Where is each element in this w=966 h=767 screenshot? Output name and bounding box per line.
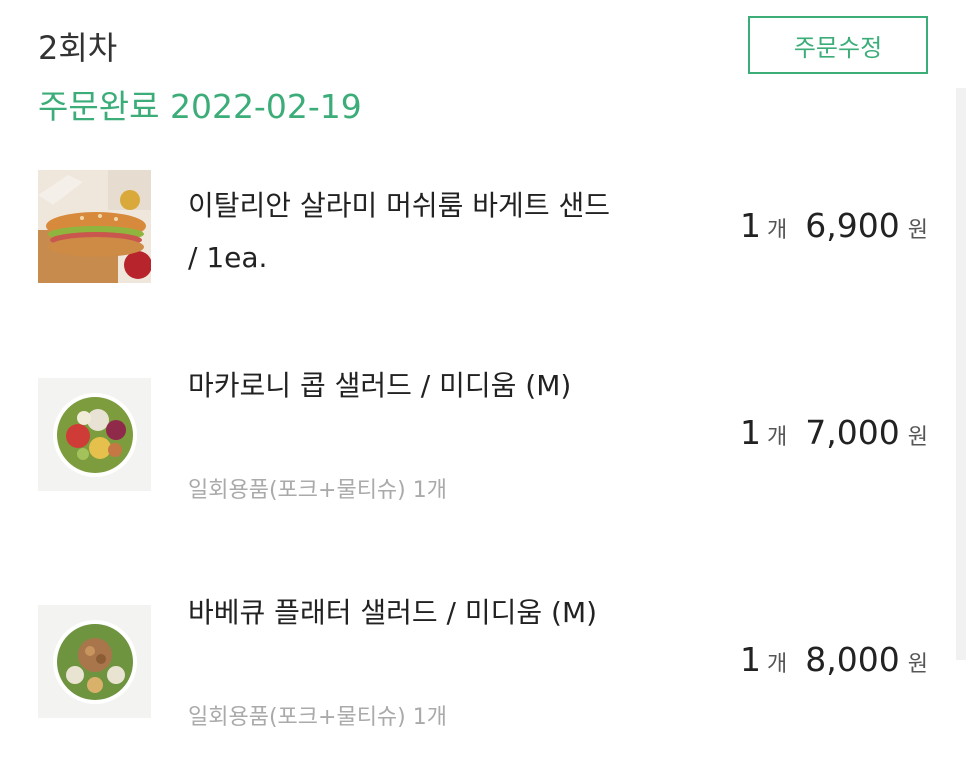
item-currency: 원 (907, 425, 928, 450)
item-quantity-unit: 개 (767, 652, 788, 677)
item-quantity-unit: 개 (767, 218, 788, 243)
item-currency: 원 (907, 218, 928, 243)
item-quantity: 1 (740, 206, 762, 245)
bbq-platter-salad-image (38, 605, 151, 718)
item-qty-price: 1 개 7,000 원 (740, 413, 928, 452)
order-status-label: 주문완료 (38, 87, 160, 126)
item-option: 일회용품(포크+물티슈) 1개 (188, 705, 447, 730)
item-qty-price: 1 개 8,000 원 (740, 640, 928, 679)
item-name[interactable]: 이탈리안 살라미 머쉬룸 바게트 샌드 / 1ea. (188, 180, 628, 284)
item-price: 8,000 (805, 640, 900, 679)
order-date: 2022-02-19 (169, 87, 362, 126)
item-option: 일회용품(포크+물티슈) 1개 (188, 478, 447, 503)
item-name[interactable]: 마카로니 콥 샐러드 / 미디움 (M) (188, 360, 628, 412)
item-quantity-unit: 개 (767, 425, 788, 450)
item-quantity: 1 (740, 413, 762, 452)
edit-order-button[interactable]: 주문수정 (748, 16, 928, 74)
scrollbar-track[interactable] (956, 88, 966, 660)
order-round-label: 2회차 (38, 29, 118, 67)
cobb-salad-image (38, 378, 151, 491)
baguette-sandwich-image (38, 170, 151, 283)
item-name[interactable]: 바베큐 플래터 샐러드 / 미디움 (M) (188, 587, 628, 639)
item-price: 7,000 (805, 413, 900, 452)
item-qty-price: 1 개 6,900 원 (740, 206, 928, 245)
item-currency: 원 (907, 652, 928, 677)
order-status-line: 주문완료 2022-02-19 (38, 84, 362, 130)
item-price: 6,900 (805, 206, 900, 245)
item-quantity: 1 (740, 640, 762, 679)
